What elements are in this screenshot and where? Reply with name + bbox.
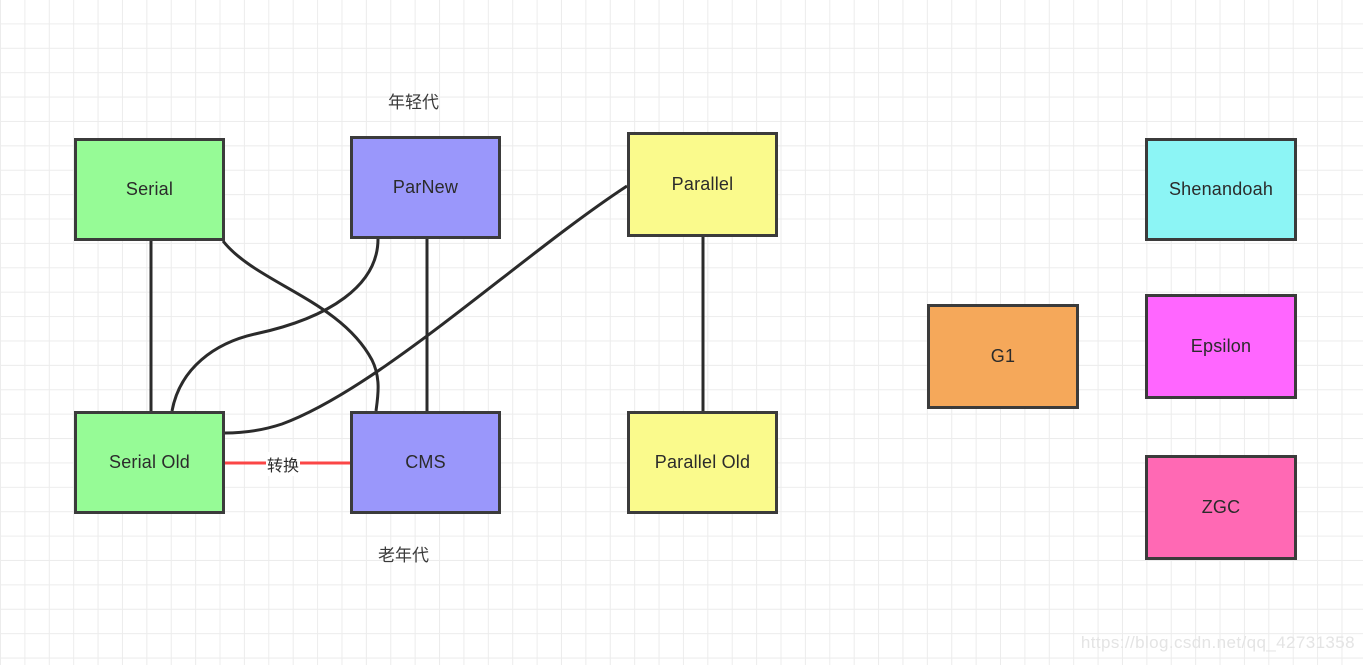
node-label-parallel_old: Parallel Old: [654, 452, 751, 472]
node-label-shenandoah: Shenandoah: [1168, 179, 1274, 199]
node-serial[interactable]: Serial: [74, 138, 225, 241]
edge-serial-cms: [221, 240, 380, 412]
node-label-serial: Serial: [125, 179, 174, 199]
node-parallel_old[interactable]: Parallel Old: [627, 411, 778, 514]
node-label-zgc: ZGC: [1201, 497, 1241, 517]
node-serial_old[interactable]: Serial Old: [74, 411, 225, 514]
watermark-text: https://blog.csdn.net/qq_42731358: [1080, 633, 1355, 652]
node-label-parnew: ParNew: [392, 177, 459, 197]
generation-label-1: 老年代: [378, 546, 429, 565]
node-label-parallel: Parallel: [671, 174, 734, 194]
edge-parnew-serial-old: [170, 238, 380, 412]
diagram-canvas: Serial ParNew Parallel Shenandoah G1 Epsilon S…: [0, 0, 1363, 665]
node-cms[interactable]: CMS: [350, 411, 501, 514]
node-parnew[interactable]: ParNew: [350, 136, 501, 239]
node-g1[interactable]: G1: [927, 304, 1079, 409]
node-label-epsilon: Epsilon: [1190, 336, 1252, 356]
node-parallel[interactable]: Parallel: [627, 132, 778, 237]
node-shenandoah[interactable]: Shenandoah: [1145, 138, 1297, 241]
node-label-g1: G1: [990, 346, 1016, 366]
node-zgc[interactable]: ZGC: [1145, 455, 1297, 560]
node-label-serial_old: Serial Old: [108, 452, 191, 472]
edge-label-convert-label: 转换: [266, 452, 301, 476]
node-label-cms: CMS: [405, 452, 446, 472]
node-epsilon[interactable]: Epsilon: [1145, 294, 1297, 399]
generation-label-0: 年轻代: [388, 93, 439, 112]
